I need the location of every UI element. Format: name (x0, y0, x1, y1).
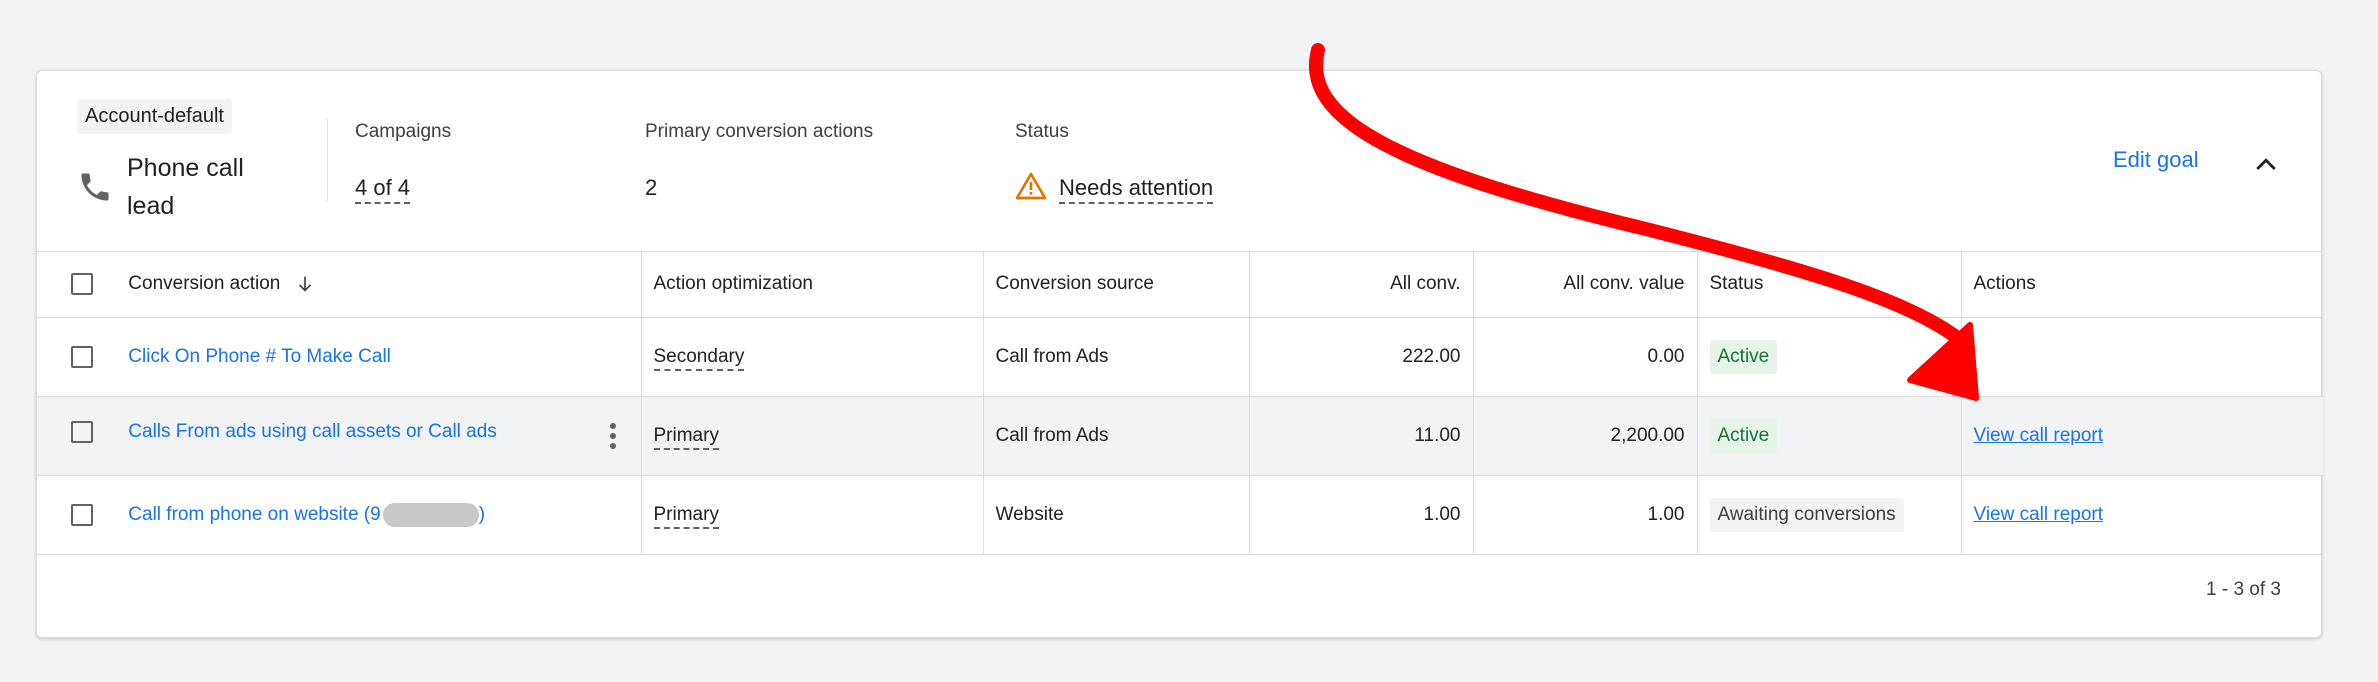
phone-icon (81, 173, 109, 201)
primary-actions-value: 2 (645, 175, 658, 200)
campaigns-value-text[interactable]: 4 of 4 (355, 175, 411, 204)
column-header-conversion-action[interactable]: Conversion action (37, 251, 641, 318)
all-conv-value-cell: 0.00 (1472, 317, 1697, 397)
row-checkbox[interactable] (71, 345, 93, 368)
view-call-report-link[interactable]: View call report (1974, 425, 2104, 446)
conversion-action-link[interactable]: Call from phone on website (9) (128, 503, 485, 527)
status-badge: Awaiting conversions (1709, 498, 1904, 532)
source-cell: Call from Ads (982, 317, 1249, 397)
status-cell: Active (1696, 317, 1961, 397)
status-cell: Awaiting conversions (1696, 475, 1961, 555)
status-label: Status (1015, 121, 1069, 142)
conversion-action-name-suffix[interactable]: ) (479, 504, 485, 525)
chevron-up-icon[interactable] (2251, 149, 2281, 179)
edit-goal-button[interactable]: Edit goal (2113, 147, 2199, 173)
column-header-all-conv[interactable]: All conv. (1248, 251, 1473, 318)
campaigns-label: Campaigns (355, 121, 452, 142)
table-header-row: Conversion action Action optimization Co… (37, 251, 2323, 318)
campaigns-value[interactable]: 4 of 4 (355, 175, 411, 204)
status-value-text[interactable]: Needs attention (1059, 175, 1214, 204)
actions-cell: View call report (1960, 475, 2323, 555)
actions-cell: View call report (1960, 396, 2323, 476)
conversion-action-link[interactable]: Click On Phone # To Make Call (128, 346, 391, 367)
select-all-checkbox[interactable] (71, 272, 93, 295)
optimization-value[interactable]: Primary (653, 425, 719, 450)
goal-name: Phone call lead (127, 154, 244, 220)
all-conv-cell: 222.00 (1248, 317, 1473, 397)
conversion-actions-table: Conversion action Action optimization Co… (37, 251, 2323, 555)
actions-cell (1960, 317, 2323, 397)
conversion-action-name[interactable]: Call from phone on website (9 (128, 504, 380, 525)
all-conv-value-cell: 1.00 (1472, 475, 1697, 555)
all-conv-cell: 1.00 (1248, 475, 1473, 555)
conversion-action-cell: Call from phone on website (9) (37, 475, 641, 555)
optimization-cell: Secondary (640, 317, 983, 397)
all-conv-value-cell: 2,200.00 (1472, 396, 1697, 476)
column-header-conversion-source[interactable]: Conversion source (982, 251, 1249, 318)
goal-header: Account-default Phone call lead Campaign… (37, 71, 2321, 252)
redacted-phone-number (382, 503, 479, 527)
status-badge: Active (1709, 340, 1778, 374)
status-value[interactable]: Needs attention (1059, 175, 1214, 204)
table-row: Calls From ads using call assets or Call… (37, 396, 2323, 476)
conversion-action-cell: Calls From ads using call assets or Call… (37, 396, 641, 476)
source-cell: Call from Ads (982, 396, 1249, 476)
warning-icon (1015, 172, 1047, 200)
all-conv-cell: 11.00 (1248, 396, 1473, 476)
view-call-report-link[interactable]: View call report (1974, 504, 2104, 525)
conversion-action-cell: Click On Phone # To Make Call (37, 317, 641, 397)
status-cell: Active (1696, 396, 1961, 476)
optimization-cell: Primary (640, 475, 983, 555)
pagination-summary: 1 - 3 of 3 (2206, 579, 2281, 600)
source-cell: Website (982, 475, 1249, 555)
sort-arrow-down-icon[interactable] (294, 273, 316, 295)
column-header-status[interactable]: Status (1696, 251, 1961, 318)
conversion-action-link[interactable]: Calls From ads using call assets or Call… (128, 421, 497, 442)
optimization-cell: Primary (640, 396, 983, 476)
optimization-value[interactable]: Primary (653, 504, 719, 529)
optimization-value[interactable]: Secondary (653, 346, 745, 371)
conversion-goal-card: Account-default Phone call lead Campaign… (36, 70, 2323, 638)
column-header-all-conv-value[interactable]: All conv. value (1472, 251, 1697, 318)
column-header-action-optimization[interactable]: Action optimization (640, 251, 983, 318)
row-checkbox[interactable] (71, 504, 93, 526)
table-row: Click On Phone # To Make Call Secondary … (37, 317, 2323, 397)
primary-actions-label: Primary conversion actions (645, 121, 874, 142)
table-row: Call from phone on website (9) Primary W… (37, 475, 2323, 555)
status-badge: Active (1709, 419, 1778, 453)
conversion-action-header-label[interactable]: Conversion action (128, 273, 280, 294)
header-divider (327, 119, 328, 201)
account-default-chip: Account-default (77, 99, 232, 134)
more-vert-icon[interactable] (607, 421, 619, 451)
row-checkbox[interactable] (71, 421, 93, 443)
column-header-actions: Actions (1960, 251, 2323, 318)
